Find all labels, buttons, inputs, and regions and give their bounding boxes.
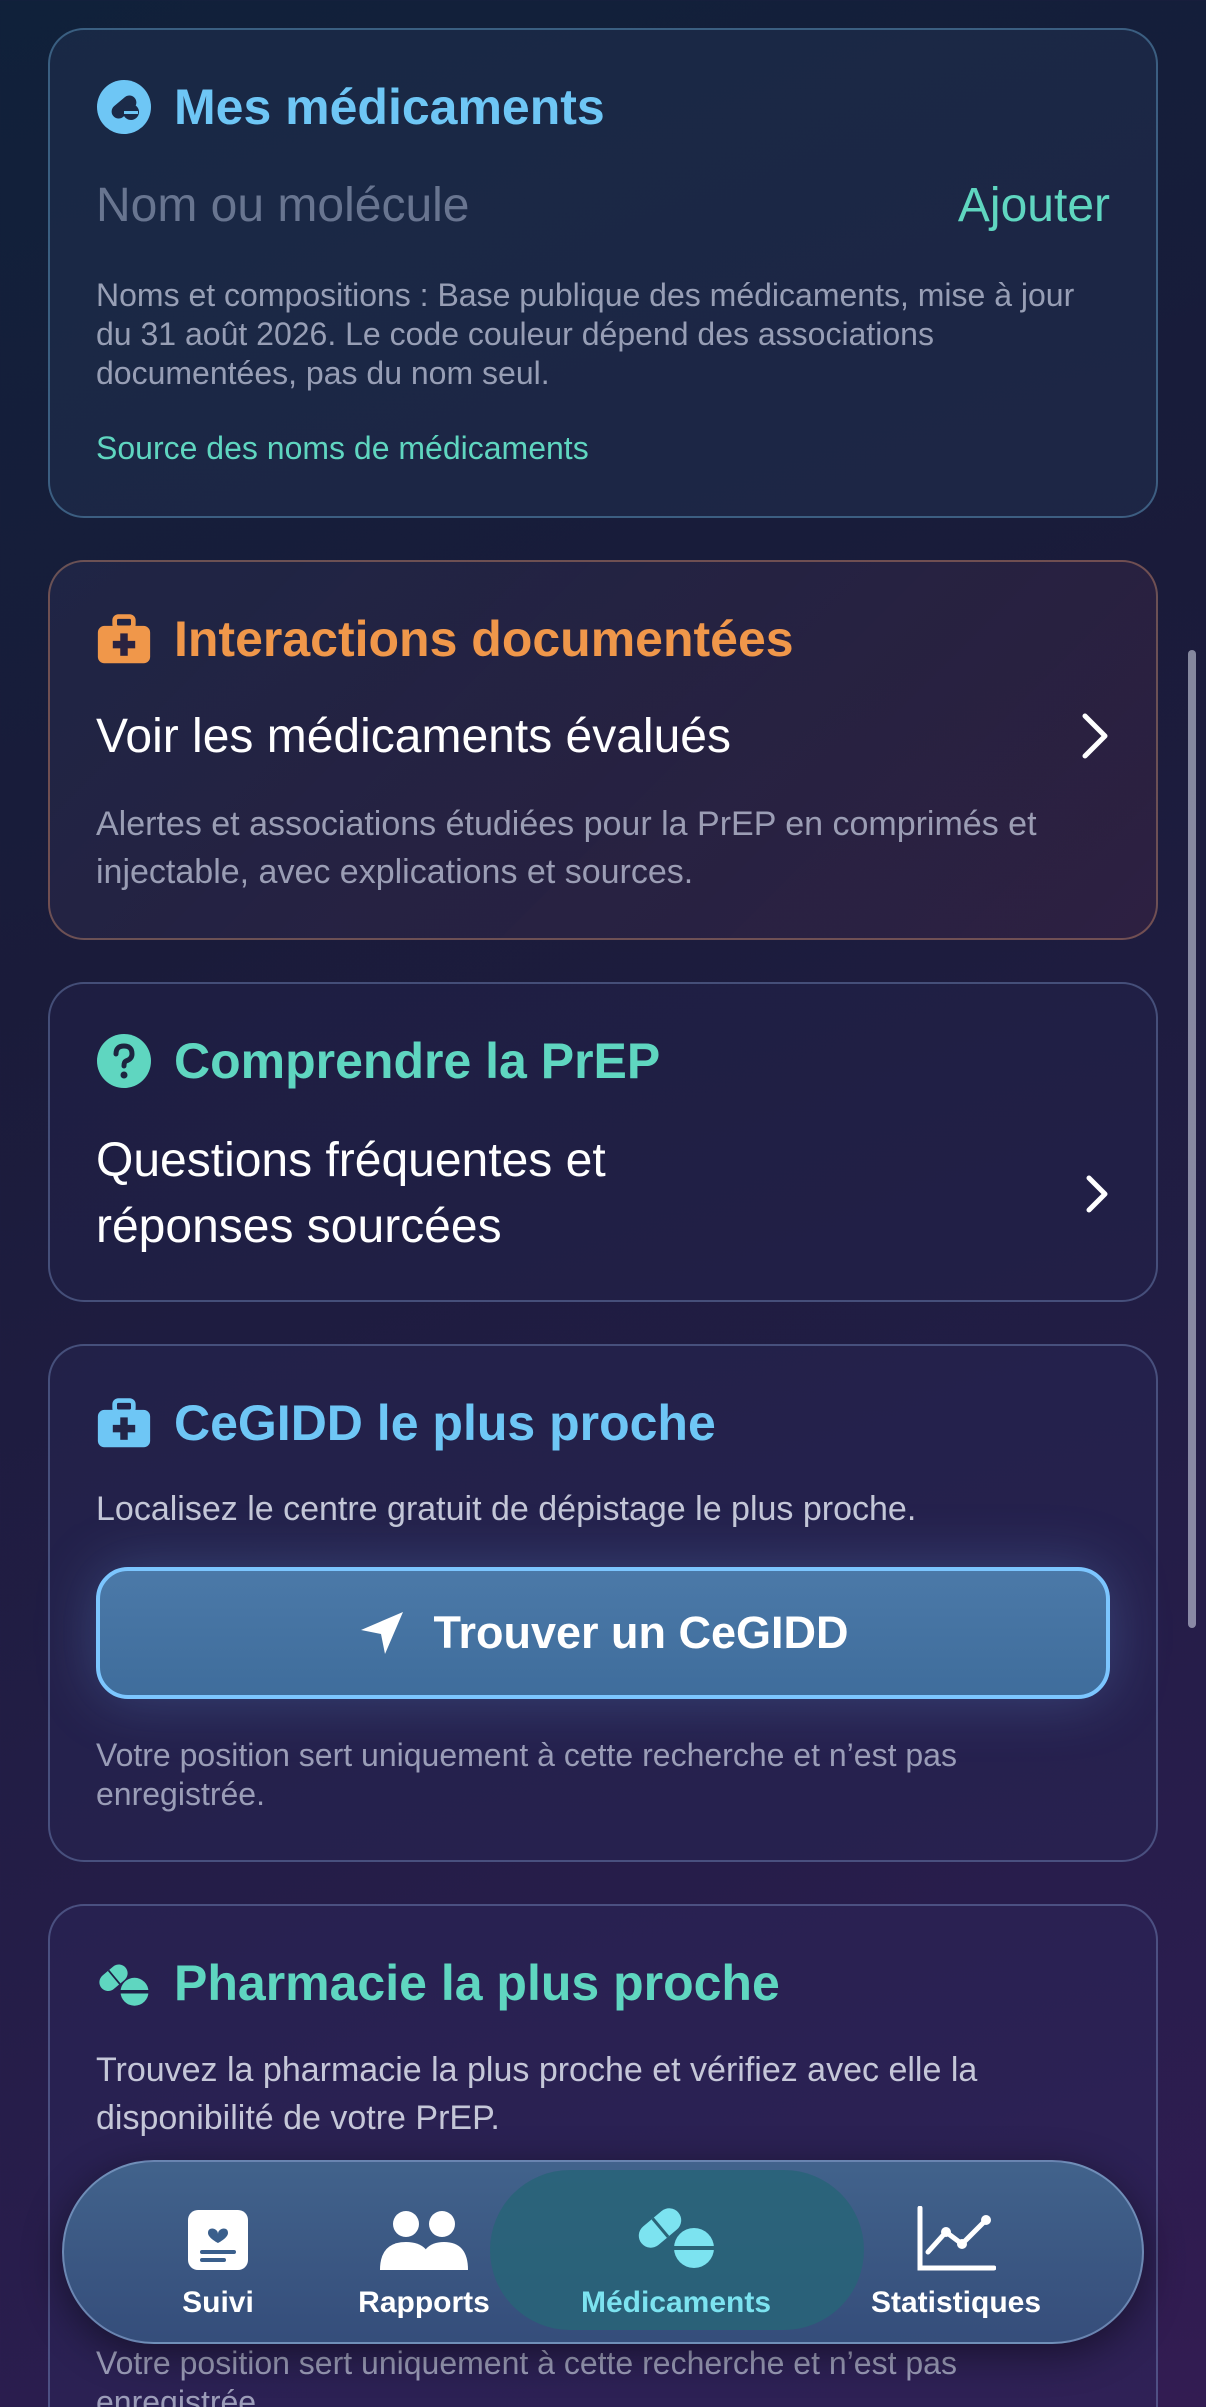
chevron-right-icon xyxy=(1086,1175,1108,1213)
tab-medicaments-label: Médicaments xyxy=(580,2286,772,2319)
cegidd-privacy-line2: enregistrée. xyxy=(96,1776,265,1812)
meds-title: Mes médicaments xyxy=(174,79,605,135)
cegidd-privacy-line1: Votre position sert uniquement à cette r… xyxy=(96,1737,957,1773)
meds-source-link[interactable]: Source des noms de médicaments xyxy=(96,430,589,467)
chart-line-icon xyxy=(917,2206,996,2271)
chevron-right-icon xyxy=(1082,713,1108,759)
scrollbar[interactable] xyxy=(1188,650,1196,1628)
understand-row[interactable]: Questions fréquentes et réponses sourcée… xyxy=(96,1124,1110,1264)
understand-row-label-line2: réponses sourcées xyxy=(96,1200,502,1253)
tab-statistiques[interactable]: Statistiques xyxy=(846,2190,1066,2320)
meds-title-row: Mes médicaments xyxy=(96,78,605,136)
tab-statistiques-label: Statistiques xyxy=(870,2286,1042,2319)
pharmacy-description-line2: disponibilité de votre PrEP. xyxy=(96,2099,500,2137)
medkit-icon xyxy=(97,614,151,664)
find-cegidd-button[interactable]: Trouver un CeGIDD xyxy=(96,1567,1110,1699)
pharmacy-privacy-line1: Votre position sert uniquement à cette r… xyxy=(96,2345,957,2381)
interactions-title: Interactions documentées xyxy=(174,611,794,667)
understand-row-label: Questions fréquentes et réponses sourcée… xyxy=(96,1128,606,1260)
pharmacy-privacy-line2: enregistrée. xyxy=(96,2384,265,2407)
tab-rapports-label: Rapports xyxy=(358,2286,490,2319)
pharmacy-description-line1: Trouvez la pharmacie la plus proche et v… xyxy=(96,2051,978,2089)
pharmacy-description: Trouvez la pharmacie la plus proche et v… xyxy=(96,2046,1116,2142)
people-icon xyxy=(380,2211,468,2270)
understand-row-label-line1: Questions fréquentes et xyxy=(96,1134,606,1187)
pharmacy-title: Pharmacie la plus proche xyxy=(174,1955,780,2011)
interactions-row-label: Voir les médicaments évalués xyxy=(96,709,731,763)
meds-note: Noms et compositions : Base publique des… xyxy=(96,277,1075,391)
tab-medicaments[interactable]: Médicaments xyxy=(566,2190,786,2320)
pill-circle-icon xyxy=(97,80,151,134)
pharmacy-privacy-note: Votre position sert uniquement à cette r… xyxy=(96,2344,1116,2407)
cegidd-title-row: CeGIDD le plus proche xyxy=(96,1394,716,1452)
cegidd-description: Localisez le centre gratuit de dépistage… xyxy=(96,1490,917,1528)
tab-rapports[interactable]: Rapports xyxy=(314,2190,534,2320)
tab-suivi-label: Suivi xyxy=(182,2286,254,2319)
med-search-input[interactable]: Nom ou molécule xyxy=(96,178,916,242)
understand-title: Comprendre la PrEP xyxy=(174,1033,661,1089)
interactions-description: Alertes et associations étudiées pour la… xyxy=(96,805,1037,891)
cegidd-title: CeGIDD le plus proche xyxy=(174,1395,716,1451)
pharmacy-title-row: Pharmacie la plus proche xyxy=(96,1954,780,2012)
find-cegidd-label: Trouver un CeGIDD xyxy=(433,1607,849,1658)
cegidd-privacy-note: Votre position sert uniquement à cette r… xyxy=(96,1736,1116,1814)
tab-suivi[interactable]: Suivi xyxy=(108,2190,328,2320)
interactions-title-row: Interactions documentées xyxy=(96,610,794,668)
clipboard-heart-icon xyxy=(188,2210,248,2270)
understand-title-row: Comprendre la PrEP xyxy=(96,1032,660,1090)
pills-icon xyxy=(638,2208,714,2268)
add-med-button[interactable]: Ajouter xyxy=(900,178,1110,242)
location-arrow-icon xyxy=(361,1612,404,1654)
question-circle-icon xyxy=(97,1034,151,1088)
pills-icon xyxy=(99,1964,149,2006)
interactions-row[interactable]: Voir les médicaments évalués xyxy=(96,700,1110,772)
medkit-icon xyxy=(97,1398,151,1448)
